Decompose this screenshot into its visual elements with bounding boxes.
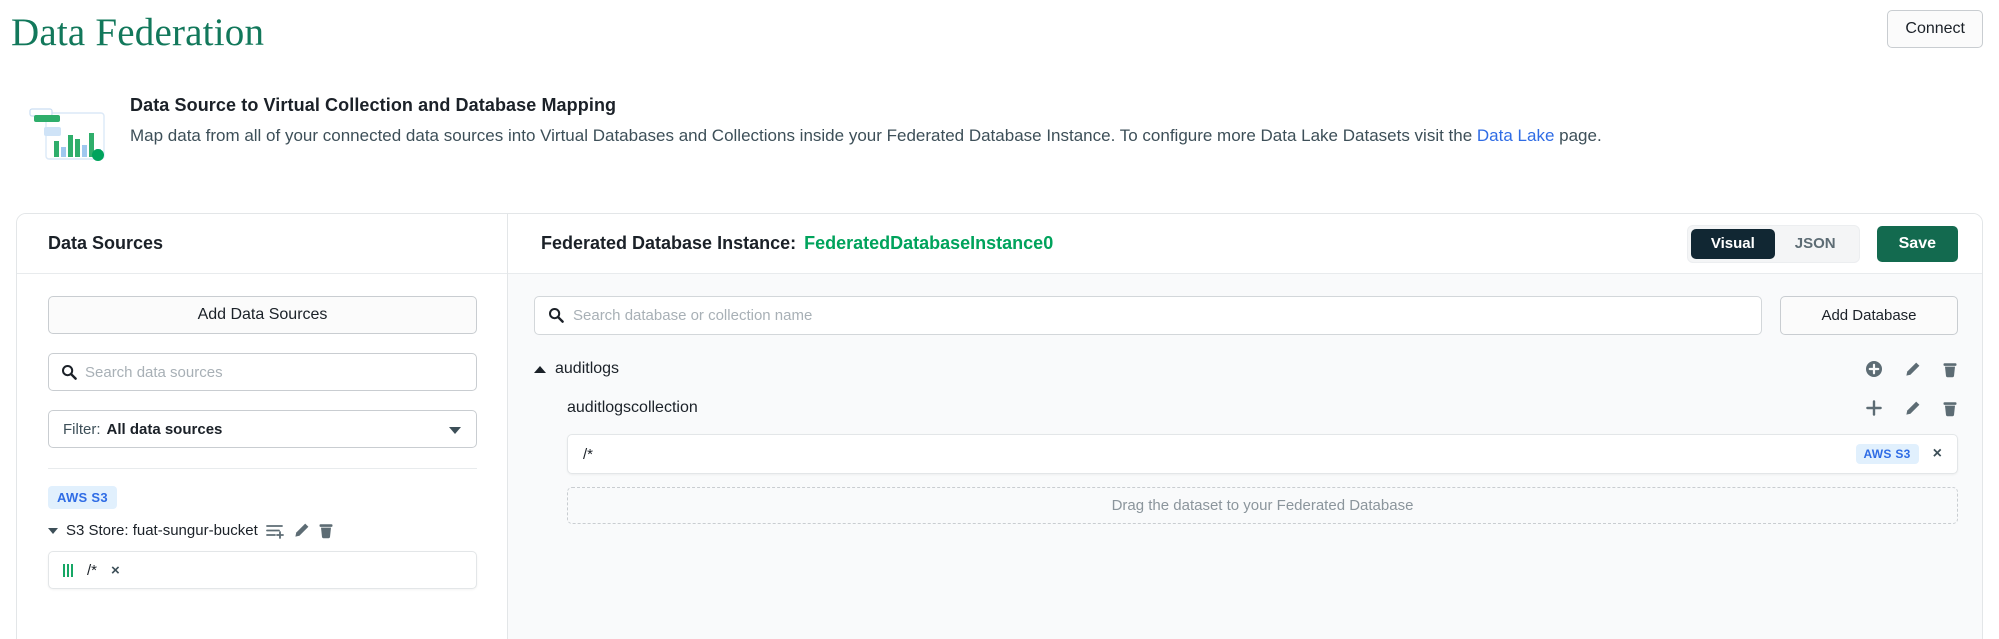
database-search[interactable] [534, 296, 1762, 335]
drag-handle-icon[interactable] [63, 563, 73, 577]
dataset-dropzone[interactable]: Drag the dataset to your Federated Datab… [567, 487, 1958, 524]
data-sources-body: Add Data Sources Filter: All data source… [17, 274, 507, 589]
chevron-down-icon [449, 427, 461, 434]
banner-title: Data Source to Virtual Collection and Da… [130, 95, 617, 115]
database-row-actions [1865, 360, 1958, 378]
collection-row[interactable]: auditlogscollection [534, 399, 1958, 417]
remove-dataset-icon[interactable]: × [111, 562, 120, 579]
connect-button[interactable]: Connect [1887, 10, 1983, 48]
database-row[interactable]: auditlogs [534, 360, 1958, 378]
dataset-path: /* [87, 561, 98, 579]
data-sources-title: Data Sources [48, 233, 164, 253]
add-data-sources-button[interactable]: Add Data Sources [48, 296, 477, 334]
banner-description-after: page. [1554, 126, 1602, 145]
save-button[interactable]: Save [1876, 225, 1958, 262]
mapped-dataset-actions: AWS S3 × [1855, 444, 1942, 464]
view-mode-toggle[interactable]: Visual JSON [1686, 224, 1860, 263]
add-database-button[interactable]: Add Database [1780, 296, 1958, 335]
header-actions: Visual JSON Save [1686, 224, 1958, 263]
filter-value: All data sources [106, 420, 223, 438]
add-circle-icon[interactable] [1865, 360, 1883, 378]
tab-json[interactable]: JSON [1775, 229, 1856, 259]
mapped-dataset-path: /* [583, 445, 594, 463]
database-name: auditlogs [555, 360, 620, 377]
data-sources-header: Data Sources [17, 214, 507, 274]
banner-description: Map data from all of your connected data… [130, 125, 1602, 147]
mapping-card: Data Sources Add Data Sources Filter: A [16, 213, 1983, 639]
database-search-row: Add Database [534, 296, 1958, 335]
data-chart-icon [24, 103, 106, 163]
data-sources-search-input[interactable] [49, 362, 476, 382]
add-lines-icon[interactable] [265, 523, 285, 539]
collection-row-actions [1865, 399, 1958, 417]
search-icon [548, 307, 564, 328]
info-banner: Data Source to Virtual Collection and Da… [0, 95, 1999, 167]
pencil-icon[interactable] [1904, 400, 1921, 417]
banner-text: Data Source to Virtual Collection and Da… [130, 95, 1602, 147]
data-sources-search[interactable] [48, 353, 477, 391]
federated-database-panel: Federated Database Instance: FederatedDa… [508, 214, 1982, 639]
pencil-icon[interactable] [293, 522, 310, 539]
banner-description-before: Map data from all of your connected data… [130, 126, 1477, 145]
dataset-chip[interactable]: /* × [48, 551, 477, 589]
data-sources-filter[interactable]: Filter: All data sources [48, 410, 477, 448]
search-icon [61, 364, 77, 385]
data-sources-panel: Data Sources Add Data Sources Filter: A [17, 214, 508, 639]
aws-s3-badge: AWS S3 [1855, 444, 1919, 464]
plus-icon[interactable] [1865, 399, 1883, 417]
data-federation-page: Data Federation Connect Data Source to V… [0, 0, 1999, 639]
database-search-input[interactable] [535, 306, 1761, 325]
s3-store-row[interactable]: S3 Store: fuat-sungur-bucket [48, 522, 476, 539]
federated-database-header: Federated Database Instance: FederatedDa… [508, 214, 1982, 274]
caret-up-icon[interactable] [534, 365, 546, 373]
fdi-label: Federated Database Instance: [541, 233, 797, 253]
data-source-group: AWS S3 S3 Store: fuat-sungur-bucket /* × [48, 469, 477, 589]
caret-down-icon[interactable] [48, 527, 58, 534]
page-title: Data Federation [11, 11, 265, 54]
pencil-icon[interactable] [1904, 361, 1921, 378]
s3-store-label: S3 Store: fuat-sungur-bucket [66, 522, 258, 539]
remove-mapped-dataset-icon[interactable]: × [1933, 445, 1942, 463]
aws-s3-badge: AWS S3 [48, 486, 117, 509]
top-bar: Data Federation Connect [0, 0, 1999, 72]
trash-icon[interactable] [318, 522, 334, 539]
trash-icon[interactable] [1942, 400, 1958, 417]
trash-icon[interactable] [1942, 361, 1958, 378]
federated-database-body: Add Database auditlogs [508, 274, 1982, 639]
mapped-dataset-row[interactable]: /* AWS S3 × [567, 434, 1958, 474]
data-lake-link[interactable]: Data Lake [1477, 126, 1555, 145]
tab-visual[interactable]: Visual [1690, 228, 1775, 259]
collection-name: auditlogscollection [567, 399, 698, 416]
filter-label: Filter: [63, 420, 101, 438]
fdi-value: FederatedDatabaseInstance0 [804, 233, 1054, 253]
